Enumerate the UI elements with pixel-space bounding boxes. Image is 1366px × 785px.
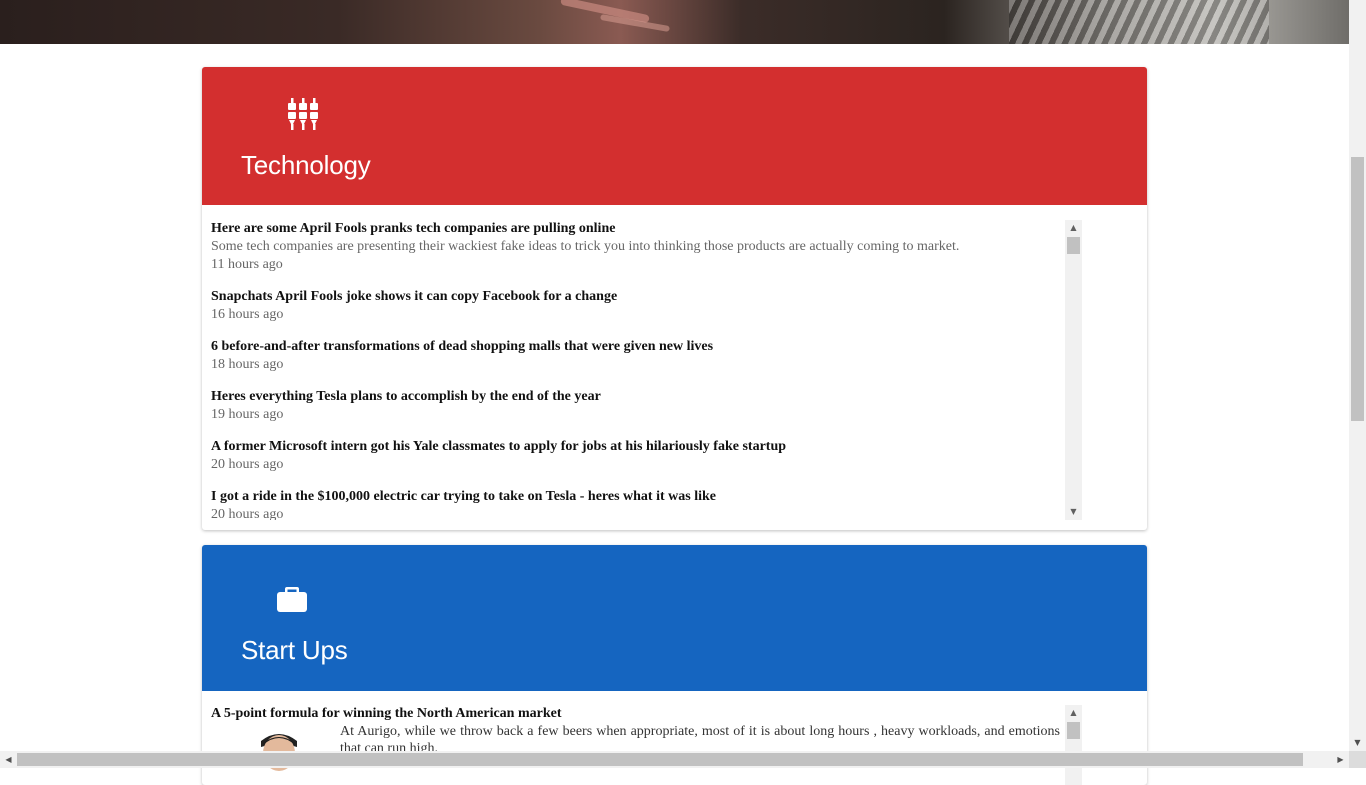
page-horizontal-scrollbar-thumb[interactable] bbox=[17, 753, 1303, 766]
settings-sliders-icon bbox=[288, 98, 318, 130]
article-description: Some tech companies are presenting their… bbox=[211, 239, 960, 254]
article-item[interactable]: I got a ride in the $100,000 electric ca… bbox=[211, 488, 1061, 520]
technology-card: Technology Here are some April Fools pra… bbox=[202, 67, 1147, 530]
startups-feed-scrollbar[interactable]: ▲ bbox=[1065, 705, 1082, 785]
technology-feed-scrollbar[interactable]: ▲ ▼ bbox=[1065, 220, 1082, 520]
scrollbar-corner bbox=[1349, 751, 1366, 768]
article-title[interactable]: 6 before-and-after transformations of de… bbox=[211, 338, 1061, 356]
page-scroll-left-arrow-icon[interactable]: ◀ bbox=[0, 751, 17, 768]
article-title[interactable]: Here are some April Fools pranks tech co… bbox=[211, 220, 1061, 238]
startups-feed[interactable]: A 5-point formula for winning the North … bbox=[202, 705, 1147, 785]
hero-banner-image bbox=[0, 0, 1349, 44]
article-time: 11 hours ago bbox=[211, 257, 283, 272]
article-item[interactable]: A 5-point formula for winning the North … bbox=[211, 705, 1060, 785]
technology-header: Technology bbox=[202, 67, 1147, 205]
article-time: 19 hours ago bbox=[211, 407, 284, 422]
article-item[interactable]: 6 before-and-after transformations of de… bbox=[211, 338, 1061, 374]
page-vertical-scrollbar-thumb[interactable] bbox=[1351, 157, 1364, 421]
article-time: 18 hours ago bbox=[211, 357, 284, 372]
article-item[interactable]: Snapchats April Fools joke shows it can … bbox=[211, 288, 1061, 324]
scroll-down-arrow-icon[interactable]: ▼ bbox=[1065, 504, 1082, 520]
startups-header: Start Ups bbox=[202, 545, 1147, 691]
article-time: 20 hours ago bbox=[211, 457, 284, 472]
scrollbar-thumb[interactable] bbox=[1067, 722, 1080, 739]
article-title[interactable]: Heres everything Tesla plans to accompli… bbox=[211, 388, 1061, 406]
technology-feed[interactable]: Here are some April Fools pranks tech co… bbox=[202, 220, 1147, 520]
page-vertical-scrollbar[interactable]: ▼ bbox=[1349, 0, 1366, 751]
article-title[interactable]: Snapchats April Fools joke shows it can … bbox=[211, 288, 1061, 306]
startups-card: Start Ups A 5-point formula for winning … bbox=[202, 545, 1147, 785]
scroll-up-arrow-icon[interactable]: ▲ bbox=[1065, 220, 1082, 236]
page-scroll-down-arrow-icon[interactable]: ▼ bbox=[1349, 734, 1366, 751]
technology-article-list: Here are some April Fools pranks tech co… bbox=[211, 220, 1061, 520]
article-title[interactable]: A 5-point formula for winning the North … bbox=[211, 705, 1056, 723]
article-item[interactable]: Heres everything Tesla plans to accompli… bbox=[211, 388, 1061, 424]
article-item[interactable]: A former Microsoft intern got his Yale c… bbox=[211, 438, 1061, 474]
scrollbar-thumb[interactable] bbox=[1067, 237, 1080, 254]
article-time: 20 hours ago bbox=[211, 507, 284, 520]
article-item[interactable]: Here are some April Fools pranks tech co… bbox=[211, 220, 1061, 274]
page-scroll-right-arrow-icon[interactable]: ▶ bbox=[1332, 751, 1349, 768]
article-title[interactable]: I got a ride in the $100,000 electric ca… bbox=[211, 488, 1061, 506]
article-time: 16 hours ago bbox=[211, 307, 284, 322]
startups-title: Start Ups bbox=[241, 635, 348, 665]
briefcase-icon bbox=[277, 587, 307, 612]
technology-title: Technology bbox=[241, 150, 371, 180]
page-horizontal-scrollbar[interactable]: ◀ ▶ bbox=[0, 751, 1349, 768]
article-title[interactable]: A former Microsoft intern got his Yale c… bbox=[211, 438, 1061, 456]
scroll-up-arrow-icon[interactable]: ▲ bbox=[1065, 705, 1082, 721]
